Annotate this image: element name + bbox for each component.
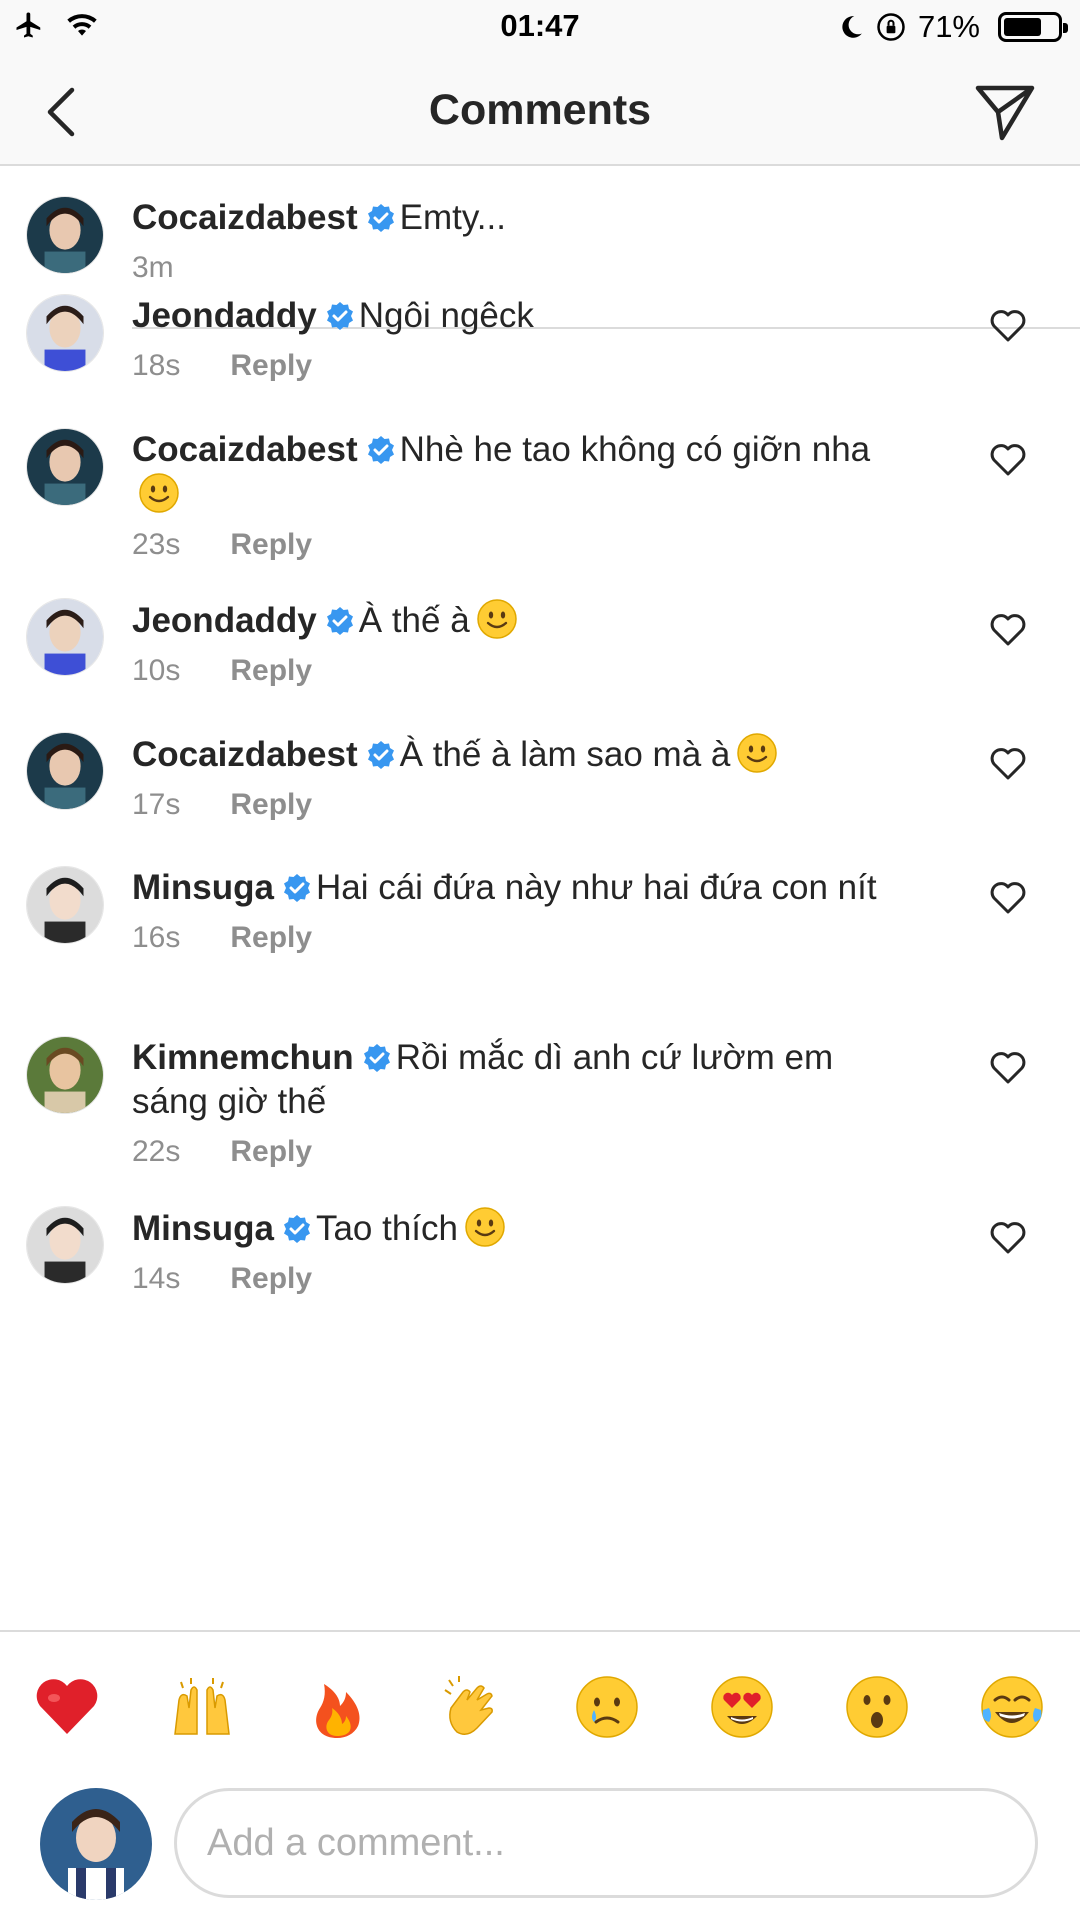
tears-of-joy-face-icon[interactable] bbox=[977, 1672, 1047, 1742]
reply-button[interactable]: Reply bbox=[230, 1257, 312, 1301]
comment-text: Tao thích bbox=[315, 1209, 458, 1248]
avatar[interactable] bbox=[26, 866, 104, 944]
comment-meta: 16s Reply bbox=[132, 916, 912, 960]
paper-plane-icon[interactable] bbox=[972, 78, 1038, 144]
verified-badge-icon bbox=[363, 1044, 390, 1072]
battery-cap bbox=[1063, 23, 1068, 33]
comment-time: 16s bbox=[132, 921, 181, 954]
comment-username[interactable]: Minsuga bbox=[132, 1209, 274, 1248]
comment-body: Cocaizdabest Nhè he tao không có giỡn nha… bbox=[132, 428, 912, 567]
comment-text: À thế à làm sao mà à bbox=[399, 735, 731, 774]
comment-username[interactable]: Cocaizdabest bbox=[132, 735, 358, 774]
comment-username[interactable]: Cocaizdabest bbox=[132, 198, 358, 237]
reply-button[interactable]: Reply bbox=[230, 523, 312, 567]
verified-badge-icon bbox=[326, 607, 353, 635]
battery-percent: 71% bbox=[917, 9, 980, 44]
moon-icon bbox=[842, 16, 862, 38]
avatar[interactable] bbox=[26, 428, 104, 506]
comment-body: Jeondaddy À thế à 10s Reply bbox=[132, 598, 912, 693]
clapping-hands-icon[interactable] bbox=[437, 1672, 507, 1742]
comment-body: Cocaizdabest À thế à làm sao mà à 17s Reply bbox=[132, 732, 912, 827]
fire-icon[interactable] bbox=[302, 1672, 372, 1742]
comment-composer bbox=[0, 1770, 1080, 1920]
slightly-smiling-face-icon bbox=[465, 1207, 505, 1247]
verified-badge-icon bbox=[367, 741, 394, 769]
comment-username[interactable]: Kimnemchun bbox=[132, 1038, 354, 1077]
astonished-face-icon[interactable] bbox=[842, 1672, 912, 1742]
verified-badge-icon bbox=[367, 436, 394, 464]
verified-badge-icon bbox=[367, 204, 394, 232]
comment-username[interactable]: Cocaizdabest bbox=[132, 430, 358, 469]
comment-input[interactable] bbox=[174, 1788, 1038, 1898]
like-heart-icon[interactable] bbox=[990, 881, 1026, 915]
avatar[interactable] bbox=[26, 598, 104, 676]
comment-body: Minsuga Hai cái đứa này như hai đứa con n… bbox=[132, 866, 912, 960]
comment-meta: 17s Reply bbox=[132, 783, 912, 827]
comment-meta: 10s Reply bbox=[132, 649, 912, 693]
like-heart-icon[interactable] bbox=[990, 309, 1026, 343]
like-heart-icon[interactable] bbox=[990, 1221, 1026, 1255]
comment-username[interactable]: Jeondaddy bbox=[132, 296, 317, 335]
comment-time: 3m bbox=[132, 251, 174, 284]
battery-fill bbox=[1004, 18, 1041, 36]
comment-meta: 18s Reply bbox=[132, 344, 912, 388]
avatar[interactable] bbox=[26, 294, 104, 372]
slightly-smiling-face-icon bbox=[476, 599, 517, 639]
comment-username[interactable]: Minsuga bbox=[132, 868, 274, 907]
avatar bbox=[40, 1788, 152, 1900]
comment-meta: 14s Reply bbox=[132, 1257, 912, 1301]
comment-body: Kimnemchun Rồi mắc dì anh cứ lườm em sáng… bbox=[132, 1036, 912, 1174]
verified-badge-icon bbox=[326, 302, 353, 330]
comment-text: Hai cái đứa này như hai đứa con nít bbox=[315, 868, 877, 907]
comment-text: Nhè he tao không có giỡn nha bbox=[399, 430, 871, 469]
comment-time: 23s bbox=[132, 528, 181, 561]
like-heart-icon[interactable] bbox=[990, 443, 1026, 477]
status-right: 71% bbox=[838, 9, 1068, 45]
reply-button[interactable]: Reply bbox=[230, 344, 312, 388]
red-heart-icon[interactable] bbox=[32, 1672, 102, 1742]
comment-text: À thế à bbox=[358, 601, 470, 640]
like-heart-icon[interactable] bbox=[990, 1051, 1026, 1085]
page-title: Comments bbox=[428, 86, 652, 134]
slightly-smiling-face-icon bbox=[139, 473, 179, 513]
battery-icon bbox=[998, 12, 1068, 42]
rotation-lock-icon bbox=[877, 13, 905, 41]
raising-hands-icon[interactable] bbox=[167, 1672, 237, 1742]
avatar[interactable] bbox=[26, 1036, 104, 1114]
heart-eyes-face-icon[interactable] bbox=[707, 1672, 777, 1742]
comment-meta: 23s Reply bbox=[132, 523, 912, 567]
reply-button[interactable]: Reply bbox=[230, 1130, 312, 1174]
quick-emoji-bar bbox=[0, 1630, 1080, 1770]
reply-button[interactable]: Reply bbox=[230, 916, 312, 960]
comment-time: 10s bbox=[132, 654, 181, 687]
like-heart-icon[interactable] bbox=[990, 613, 1026, 647]
comment-meta: 3m bbox=[132, 246, 912, 290]
comment-time: 17s bbox=[132, 788, 181, 821]
comment-meta: 22s Reply bbox=[132, 1130, 912, 1174]
verified-badge-icon bbox=[283, 874, 310, 902]
comment-text: Ngôi ngêck bbox=[358, 296, 534, 335]
comment-time: 18s bbox=[132, 349, 181, 382]
comment-time: 22s bbox=[132, 1135, 181, 1168]
caption-body: Cocaizdabest Emty... 3m bbox=[132, 196, 912, 290]
avatar[interactable] bbox=[26, 196, 104, 274]
header: Comments bbox=[0, 56, 1080, 166]
verified-badge-icon bbox=[283, 1215, 310, 1243]
slightly-smiling-face-icon bbox=[737, 733, 778, 773]
comment-body: Minsuga Tao thích 14s Reply bbox=[132, 1206, 912, 1301]
avatar[interactable] bbox=[26, 1206, 104, 1284]
comment-time: 14s bbox=[132, 1262, 181, 1295]
like-heart-icon[interactable] bbox=[990, 747, 1026, 781]
reply-button[interactable]: Reply bbox=[230, 783, 312, 827]
status-bar: 01:47 71% bbox=[0, 0, 1080, 56]
crying-face-icon[interactable] bbox=[572, 1672, 642, 1742]
avatar[interactable] bbox=[26, 732, 104, 810]
comment-username[interactable]: Jeondaddy bbox=[132, 601, 317, 640]
comment-body: Jeondaddy Ngôi ngêck 18s Reply bbox=[132, 294, 912, 388]
comment-text: Emty... bbox=[399, 198, 506, 237]
reply-button[interactable]: Reply bbox=[230, 649, 312, 693]
